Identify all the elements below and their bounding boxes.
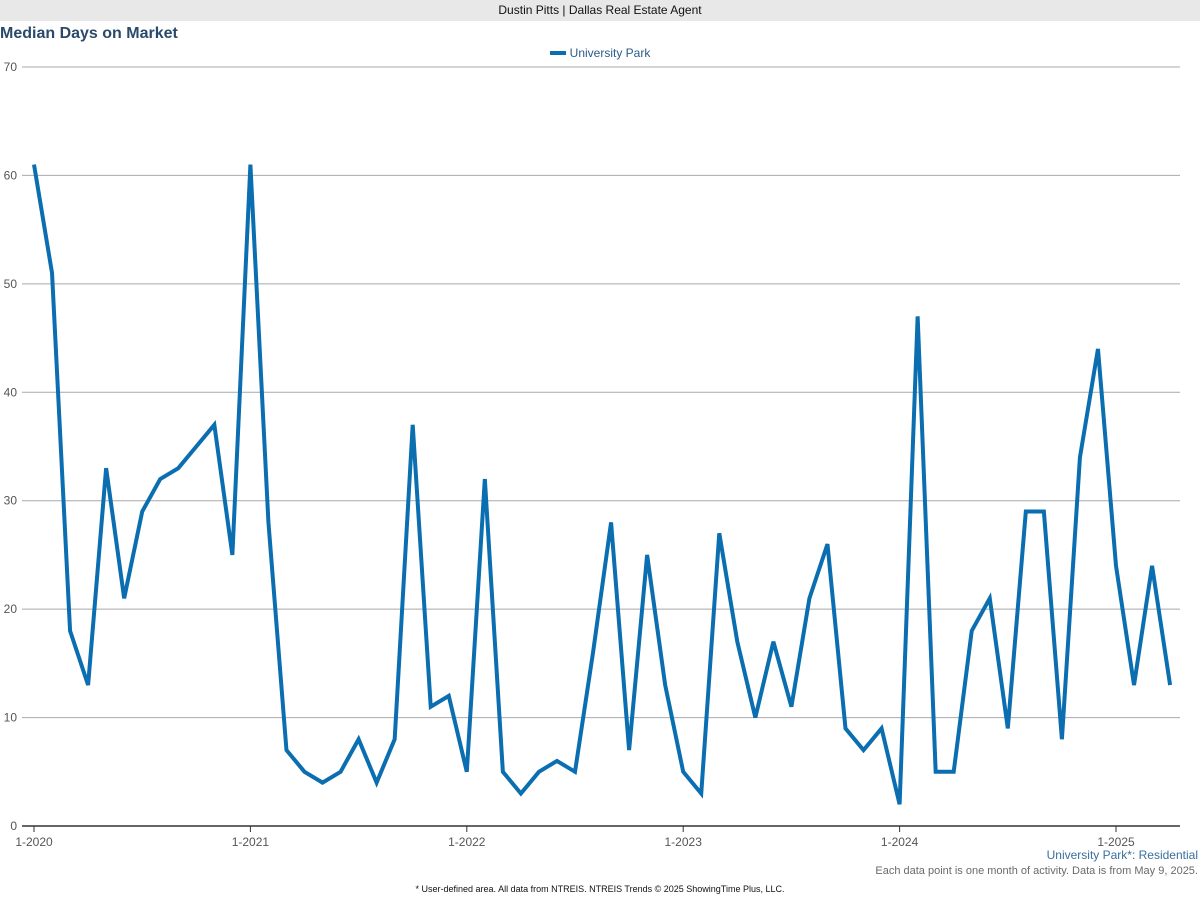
series-layer [32,164,1173,805]
chart-canvas: 0 10 20 30 40 50 60 70 1-2020 1-2021 1-2022 1-2023… [4,60,1180,849]
x-tick-label: 1-2023 [665,835,703,849]
series-line [32,164,1173,805]
y-tick-label: 60 [4,168,18,182]
x-tick-label: 1-2021 [232,835,270,849]
x-tick-label: 1-2024 [881,835,919,849]
y-tick-label: 50 [4,277,18,291]
footer-note: * User-defined area. All data from NTREI… [415,884,785,894]
y-tick-label: 20 [4,602,18,616]
y-tick-label: 30 [4,494,18,508]
x-tick-label: 1-2025 [1097,835,1135,849]
x-axis-ticks: 1-2020 1-2021 1-2022 1-2023 1-2024 1-2025 [15,826,1135,849]
x-tick-label: 1-2020 [15,835,53,849]
y-tick-label: 70 [4,60,18,74]
y-tick-label: 10 [4,711,18,725]
y-tick-label: 40 [4,385,18,399]
x-tick-label: 1-2022 [448,835,486,849]
data-note: Each data point is one month of activity… [875,865,1198,877]
chart-subtitle: University Park*: Residential [1046,848,1198,862]
y-axis-ticks: 0 10 20 30 40 50 60 70 [4,60,18,833]
y-tick-label: 0 [10,819,17,833]
